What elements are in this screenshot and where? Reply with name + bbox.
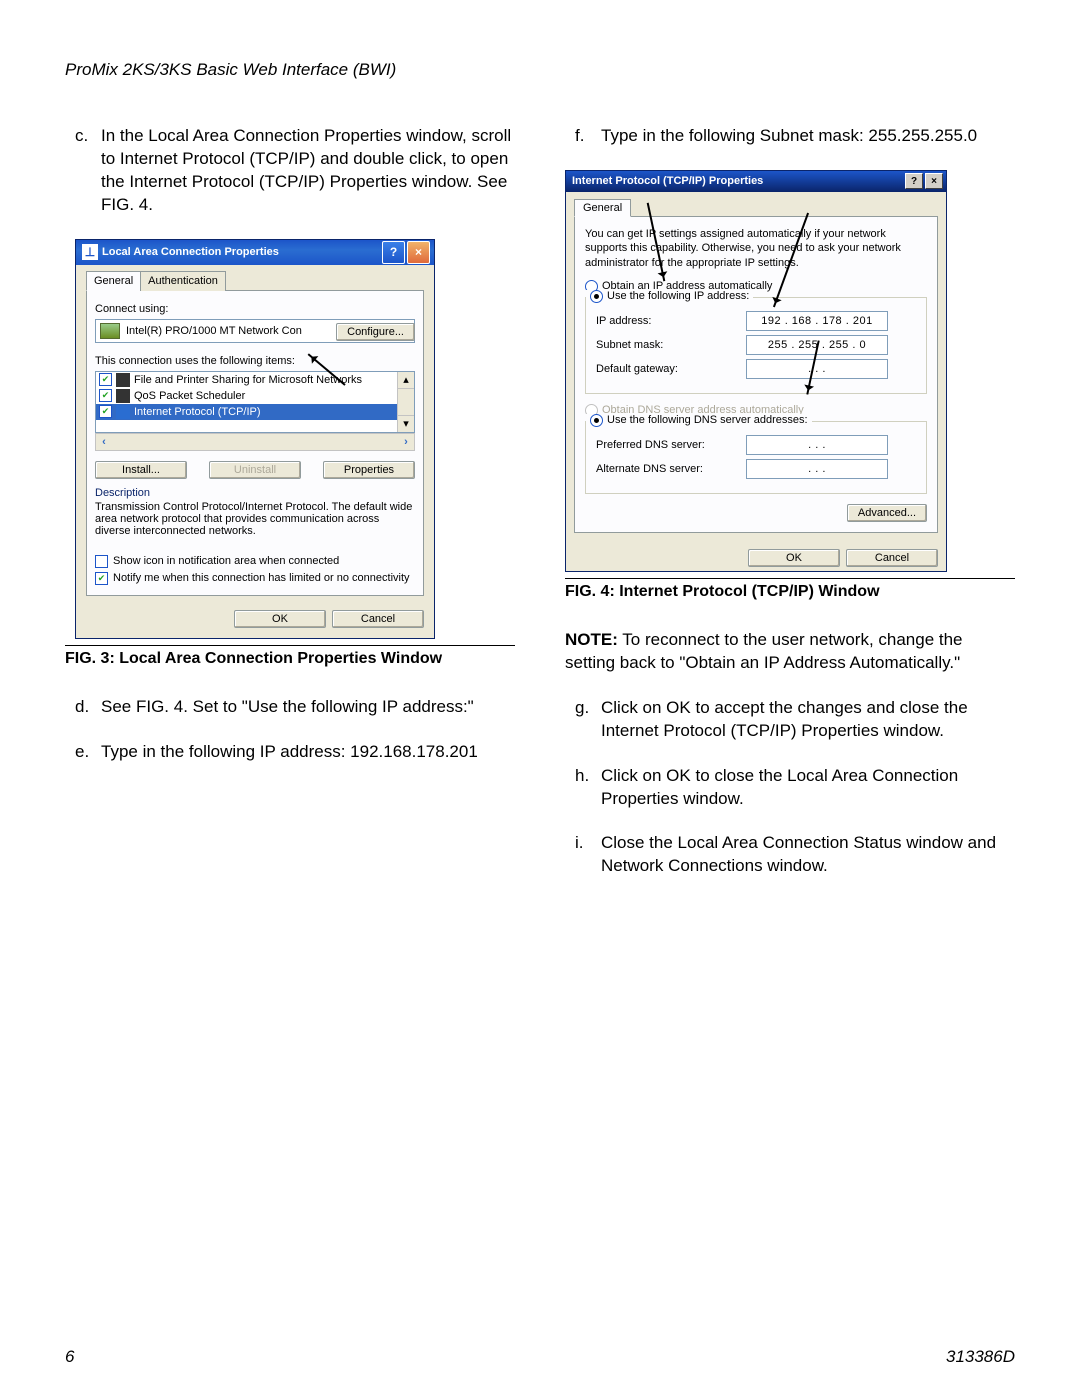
items-label: This connection uses the following items… — [95, 355, 415, 367]
cancel-button[interactable]: Cancel — [332, 610, 424, 628]
close-button[interactable]: × — [925, 173, 943, 189]
scroll-right-icon[interactable]: › — [398, 434, 414, 450]
adapter-name: Intel(R) PRO/1000 MT Network Con — [126, 325, 302, 337]
use-dns-label: Use the following DNS server addresses: — [607, 414, 808, 426]
service-icon — [116, 373, 130, 387]
window-title-text: Local Area Connection Properties — [102, 246, 279, 258]
scroll-left-icon[interactable]: ‹ — [96, 434, 112, 450]
checkbox-icon[interactable]: ✔ — [95, 572, 108, 585]
scroll-up-icon[interactable]: ▴ — [398, 372, 414, 389]
checkbox-icon[interactable]: ✔ — [99, 389, 112, 402]
subnet-mask-label: Subnet mask: — [596, 339, 746, 351]
default-gateway-input[interactable]: . . . — [746, 359, 888, 379]
page-number: 6 — [65, 1347, 74, 1367]
step-c: c. In the Local Area Connection Properti… — [75, 125, 515, 217]
preferred-dns-label: Preferred DNS server: — [596, 439, 746, 451]
use-ip-label: Use the following IP address: — [607, 290, 749, 302]
window-titlebar: ⊥ Local Area Connection Properties ? × — [76, 240, 434, 265]
radio-use-dns[interactable] — [590, 414, 603, 427]
step-i: i. Close the Local Area Connection Statu… — [575, 832, 1015, 878]
alternate-dns-input[interactable]: . . . — [746, 459, 888, 479]
ok-button[interactable]: OK — [748, 549, 840, 567]
help-button[interactable]: ? — [382, 241, 405, 264]
list-item: QoS Packet Scheduler — [134, 390, 245, 402]
window-titlebar: Internet Protocol (TCP/IP) Properties ? … — [566, 171, 946, 192]
list-item: Internet Protocol (TCP/IP) — [134, 406, 261, 418]
connection-items-list[interactable]: ✔ File and Printer Sharing for Microsoft… — [95, 371, 415, 433]
connect-using-label: Connect using: — [95, 303, 415, 315]
list-item: File and Printer Sharing for Microsoft N… — [134, 374, 362, 386]
doc-number: 313386D — [946, 1347, 1015, 1367]
uninstall-button: Uninstall — [209, 461, 301, 479]
step-e: e. Type in the following IP address: 192… — [75, 741, 515, 764]
description-text: Transmission Control Protocol/Internet P… — [95, 501, 415, 537]
advanced-button[interactable]: Advanced... — [847, 504, 927, 522]
checkbox-icon[interactable]: ✔ — [99, 405, 112, 418]
ip-address-input[interactable]: 192 . 168 . 178 . 201 — [746, 311, 888, 331]
window-icon: ⊥ — [82, 244, 98, 260]
checkbox-icon[interactable]: ✔ — [99, 373, 112, 386]
fig3-caption: FIG. 3: Local Area Connection Properties… — [65, 645, 515, 668]
step-f: f. Type in the following Subnet mask: 25… — [575, 125, 1015, 148]
radio-use-ip[interactable] — [590, 290, 603, 303]
tab-general[interactable]: General — [574, 199, 631, 217]
tab-authentication[interactable]: Authentication — [140, 271, 226, 291]
local-area-connection-window: ⊥ Local Area Connection Properties ? × G… — [75, 239, 435, 639]
help-button[interactable]: ? — [905, 173, 923, 189]
properties-button[interactable]: Properties — [323, 461, 415, 479]
preferred-dns-input[interactable]: . . . — [746, 435, 888, 455]
ip-address-label: IP address: — [596, 315, 746, 327]
page-header: ProMix 2KS/3KS Basic Web Interface (BWI) — [65, 60, 1015, 80]
window-title-text: Internet Protocol (TCP/IP) Properties — [572, 175, 903, 187]
notify-label: Notify me when this connection has limit… — [113, 572, 410, 584]
scroll-down-icon[interactable]: ▾ — [398, 415, 414, 432]
install-button[interactable]: Install... — [95, 461, 187, 479]
configure-button[interactable]: Configure... — [336, 323, 415, 341]
tab-general[interactable]: General — [86, 271, 141, 291]
service-icon — [116, 389, 130, 403]
ok-button[interactable]: OK — [234, 610, 326, 628]
nic-icon — [100, 323, 120, 339]
cancel-button[interactable]: Cancel — [846, 549, 938, 567]
default-gateway-label: Default gateway: — [596, 363, 746, 375]
tcpip-properties-window: Internet Protocol (TCP/IP) Properties ? … — [565, 170, 947, 572]
note-paragraph: NOTE: To reconnect to the user network, … — [565, 629, 1015, 675]
step-d: d. See FIG. 4. Set to "Use the following… — [75, 696, 515, 719]
intro-text: You can get IP settings assigned automat… — [585, 227, 927, 270]
protocol-icon — [116, 405, 130, 419]
description-label: Description — [95, 487, 415, 499]
step-g: g. Click on OK to accept the changes and… — [575, 697, 1015, 743]
alternate-dns-label: Alternate DNS server: — [596, 463, 746, 475]
checkbox-icon[interactable] — [95, 555, 108, 568]
step-h: h. Click on OK to close the Local Area C… — [575, 765, 1015, 811]
show-icon-label: Show icon in notification area when conn… — [113, 555, 339, 567]
close-button[interactable]: × — [407, 241, 430, 264]
fig4-caption: FIG. 4: Internet Protocol (TCP/IP) Windo… — [565, 578, 1015, 601]
